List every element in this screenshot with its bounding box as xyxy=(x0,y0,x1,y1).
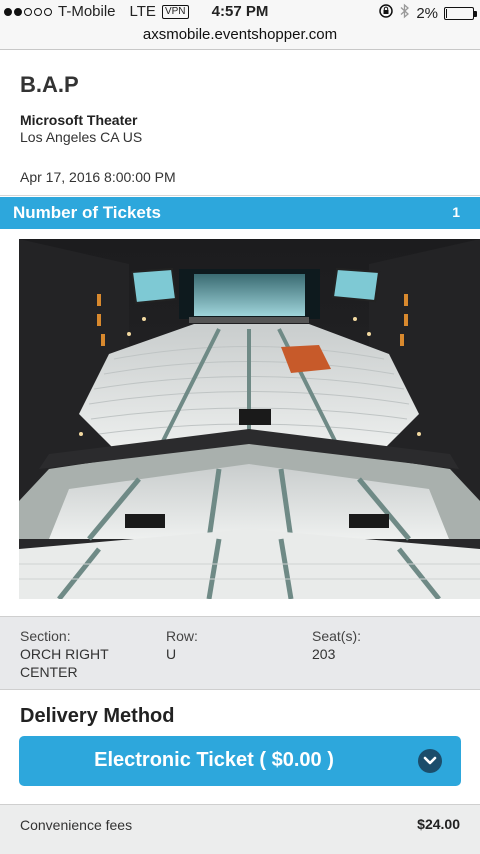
chevron-down-icon xyxy=(418,749,442,773)
venue-name: Microsoft Theater xyxy=(20,112,138,128)
tickets-count: 1 xyxy=(452,204,460,220)
event-title: B.A.P xyxy=(20,72,79,97)
section-label: Section: xyxy=(20,628,71,644)
row-label: Row: xyxy=(166,628,198,644)
seat-details: Section: ORCH RIGHT CENTER Row: U Seat(s… xyxy=(0,616,480,690)
divider xyxy=(0,195,480,196)
seats-label: Seat(s): xyxy=(312,628,362,644)
rotation-lock-icon xyxy=(378,3,394,23)
event-datetime: Apr 17, 2016 8:00:00 PM xyxy=(20,169,176,185)
battery-fill xyxy=(446,8,447,18)
battery-icon xyxy=(444,6,477,20)
number-of-tickets-bar[interactable]: Number of Tickets 1 xyxy=(0,197,480,229)
row-info: Row: U xyxy=(166,627,198,663)
delivery-method-select[interactable]: Electronic Ticket ( $0.00 ) xyxy=(19,736,461,786)
delivery-selected-option: Electronic Ticket ( $0.00 ) xyxy=(94,749,334,771)
battery-percent: 2% xyxy=(416,4,438,22)
seat-map-image xyxy=(19,239,480,599)
row-value: U xyxy=(166,646,177,662)
bluetooth-icon xyxy=(400,3,410,23)
venue-location: Los Angeles CA US xyxy=(20,129,143,145)
fees-amount: $24.00 xyxy=(417,816,460,832)
url-bar[interactable]: axsmobile.eventshopper.com xyxy=(0,24,480,50)
tickets-label: Number of Tickets xyxy=(13,203,162,222)
fees-label: Convenience fees xyxy=(20,817,133,833)
status-bar: T-Mobile LTE VPN 4:57 PM 2% xyxy=(0,0,480,24)
section-value: ORCH RIGHT CENTER xyxy=(20,646,109,680)
seats-info: Seat(s): 203 xyxy=(312,627,361,663)
status-right: 2% xyxy=(378,3,477,23)
seats-value: 203 xyxy=(312,646,336,662)
delivery-method-title: Delivery Method xyxy=(20,705,175,727)
section-info: Section: ORCH RIGHT CENTER xyxy=(20,627,140,681)
event-info: B.A.P Microsoft Theater Los Angeles CA U… xyxy=(20,72,460,185)
convenience-fees-row: Convenience fees $24.00 xyxy=(0,804,480,854)
